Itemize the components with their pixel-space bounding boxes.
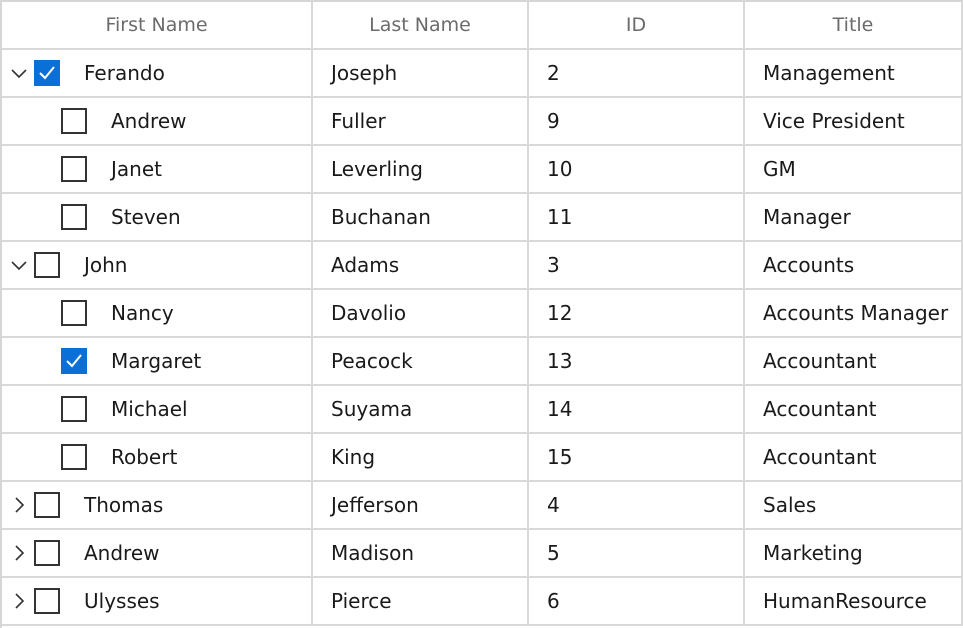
table-row[interactable]: Andrew Fuller 9 Vice President <box>2 98 963 146</box>
first-name-text: Steven <box>111 205 181 229</box>
table-row[interactable]: Ulysses Pierce 6 HumanResource <box>2 578 963 626</box>
cell-first-name: Andrew <box>2 530 313 576</box>
first-name-text: John <box>84 253 128 277</box>
row-checkbox[interactable] <box>34 252 60 278</box>
cell-id: 6 <box>529 578 745 624</box>
cell-title: Accountant <box>745 338 963 384</box>
table-row[interactable]: Nancy Davolio 12 Accounts Manager <box>2 290 963 338</box>
cell-id: 12 <box>529 290 745 336</box>
cell-first-name: Janet <box>2 146 313 192</box>
cell-first-name: Ferando <box>2 50 313 96</box>
column-header-title[interactable]: Title <box>745 2 963 48</box>
first-name-text: Andrew <box>84 541 160 565</box>
table-row[interactable]: Ferando Joseph 2 Management <box>2 50 963 98</box>
cell-id: 13 <box>529 338 745 384</box>
cell-last-name: Joseph <box>313 50 529 96</box>
chevron-down-icon[interactable] <box>4 256 34 274</box>
column-header-id[interactable]: ID <box>529 2 745 48</box>
first-name-text: Ulysses <box>84 589 160 613</box>
chevron-right-icon[interactable] <box>4 496 34 514</box>
cell-title: Accountant <box>745 434 963 480</box>
row-checkbox[interactable] <box>61 108 87 134</box>
chevron-right-icon[interactable] <box>4 544 34 562</box>
table-row[interactable]: Michael Suyama 14 Accountant <box>2 386 963 434</box>
cell-first-name: Ulysses <box>2 578 313 624</box>
cell-first-name: Robert <box>2 434 313 480</box>
row-checkbox[interactable] <box>61 204 87 230</box>
cell-id: 9 <box>529 98 745 144</box>
row-checkbox[interactable] <box>34 492 60 518</box>
row-checkbox[interactable] <box>61 396 87 422</box>
first-name-text: Andrew <box>111 109 187 133</box>
table-row[interactable]: John Adams 3 Accounts <box>2 242 963 290</box>
chevron-right-icon[interactable] <box>4 592 34 610</box>
first-name-text: Nancy <box>111 301 174 325</box>
first-name-text: Michael <box>111 397 188 421</box>
cell-id: 14 <box>529 386 745 432</box>
cell-first-name: Andrew <box>2 98 313 144</box>
row-checkbox[interactable] <box>61 300 87 326</box>
cell-last-name: King <box>313 434 529 480</box>
chevron-down-icon[interactable] <box>4 64 34 82</box>
cell-title: Sales <box>745 482 963 528</box>
first-name-text: Robert <box>111 445 178 469</box>
table-row[interactable]: Margaret Peacock 13 Accountant <box>2 338 963 386</box>
cell-id: 4 <box>529 482 745 528</box>
cell-title: Manager <box>745 194 963 240</box>
row-checkbox[interactable] <box>34 588 60 614</box>
row-checkbox[interactable] <box>34 60 60 86</box>
cell-last-name: Leverling <box>313 146 529 192</box>
cell-last-name: Buchanan <box>313 194 529 240</box>
cell-last-name: Peacock <box>313 338 529 384</box>
row-checkbox[interactable] <box>34 540 60 566</box>
cell-title: GM <box>745 146 963 192</box>
table-row[interactable]: Thomas Jefferson 4 Sales <box>2 482 963 530</box>
cell-title: Accounts Manager <box>745 290 963 336</box>
cell-last-name: Jefferson <box>313 482 529 528</box>
cell-title: Accountant <box>745 386 963 432</box>
row-checkbox[interactable] <box>61 444 87 470</box>
row-checkbox[interactable] <box>61 348 87 374</box>
cell-last-name: Adams <box>313 242 529 288</box>
cell-last-name: Pierce <box>313 578 529 624</box>
first-name-text: Margaret <box>111 349 202 373</box>
cell-first-name: Margaret <box>2 338 313 384</box>
header-row: First Name Last Name ID Title <box>2 2 963 50</box>
checkmark-icon <box>37 63 57 83</box>
cell-last-name: Suyama <box>313 386 529 432</box>
cell-first-name: John <box>2 242 313 288</box>
table-row[interactable]: Robert King 15 Accountant <box>2 434 963 482</box>
cell-last-name: Fuller <box>313 98 529 144</box>
cell-title: Management <box>745 50 963 96</box>
table-row[interactable]: Steven Buchanan 11 Manager <box>2 194 963 242</box>
cell-title: Accounts <box>745 242 963 288</box>
cell-first-name: Steven <box>2 194 313 240</box>
cell-id: 10 <box>529 146 745 192</box>
first-name-text: Janet <box>111 157 162 181</box>
cell-first-name: Michael <box>2 386 313 432</box>
cell-first-name: Thomas <box>2 482 313 528</box>
first-name-text: Thomas <box>84 493 164 517</box>
cell-last-name: Madison <box>313 530 529 576</box>
cell-title: HumanResource <box>745 578 963 624</box>
cell-id: 3 <box>529 242 745 288</box>
cell-title: Marketing <box>745 530 963 576</box>
table-row[interactable]: Janet Leverling 10 GM <box>2 146 963 194</box>
cell-last-name: Davolio <box>313 290 529 336</box>
cell-title: Vice President <box>745 98 963 144</box>
cell-id: 11 <box>529 194 745 240</box>
tree-grid: First Name Last Name ID Title Ferando Jos… <box>0 0 963 628</box>
column-header-last-name[interactable]: Last Name <box>313 2 529 48</box>
first-name-text: Ferando <box>84 61 165 85</box>
table-row[interactable]: Andrew Madison 5 Marketing <box>2 530 963 578</box>
cell-id: 5 <box>529 530 745 576</box>
cell-id: 15 <box>529 434 745 480</box>
cell-first-name: Nancy <box>2 290 313 336</box>
cell-id: 2 <box>529 50 745 96</box>
row-checkbox[interactable] <box>61 156 87 182</box>
column-header-first-name[interactable]: First Name <box>2 2 313 48</box>
checkmark-icon <box>64 351 84 371</box>
